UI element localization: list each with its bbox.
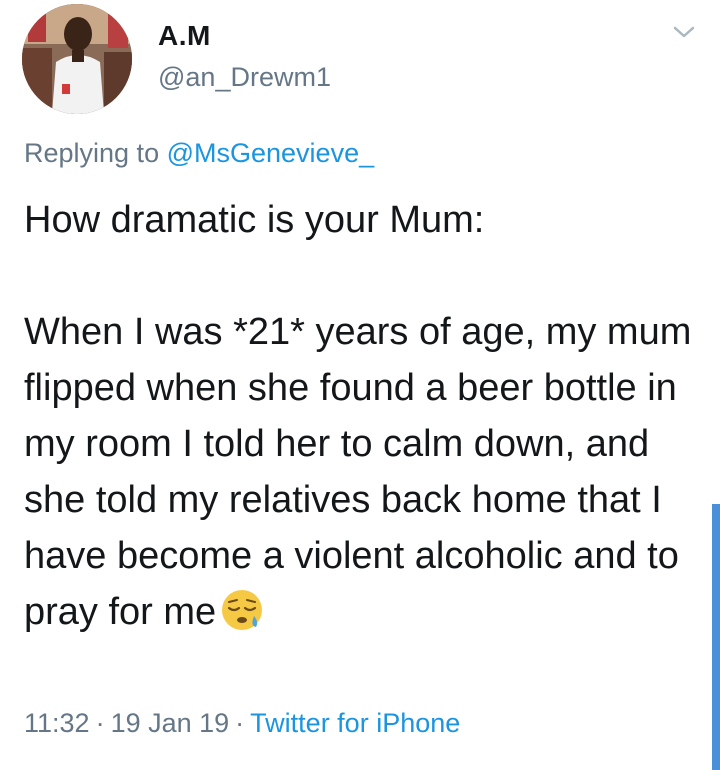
tweet-date[interactable]: 19 Jan 19 xyxy=(111,708,230,738)
tweet-text: How dramatic is your Mum: When I was *21… xyxy=(24,192,704,640)
replying-to: Replying to @MsGenevieve_ xyxy=(24,138,374,169)
meta-separator: · xyxy=(235,708,245,738)
tweet-meta: 11:32 · 19 Jan 19 · Twitter for iPhone xyxy=(24,708,460,739)
reply-target-link[interactable]: @MsGenevieve_ xyxy=(167,138,375,168)
tweet-source-link[interactable]: Twitter for iPhone xyxy=(250,708,460,738)
tweet-time[interactable]: 11:32 xyxy=(24,708,90,738)
meta-separator: · xyxy=(95,708,105,738)
chevron-down-icon[interactable] xyxy=(672,20,696,44)
scrollbar[interactable] xyxy=(712,504,720,770)
tweet-body-paragraph: When I was *21* years of age, my mum fli… xyxy=(24,304,704,640)
display-name[interactable]: A.M xyxy=(158,20,211,52)
tweet-body-text: When I was *21* years of age, my mum fli… xyxy=(24,311,692,633)
user-handle[interactable]: @an_Drewm1 xyxy=(158,62,331,93)
replying-to-label: Replying to xyxy=(24,138,160,168)
tweet-title-line: How dramatic is your Mum: xyxy=(24,199,485,241)
profile-photo xyxy=(22,4,132,114)
sleepy-face-emoji xyxy=(220,588,264,632)
avatar[interactable] xyxy=(22,4,132,114)
